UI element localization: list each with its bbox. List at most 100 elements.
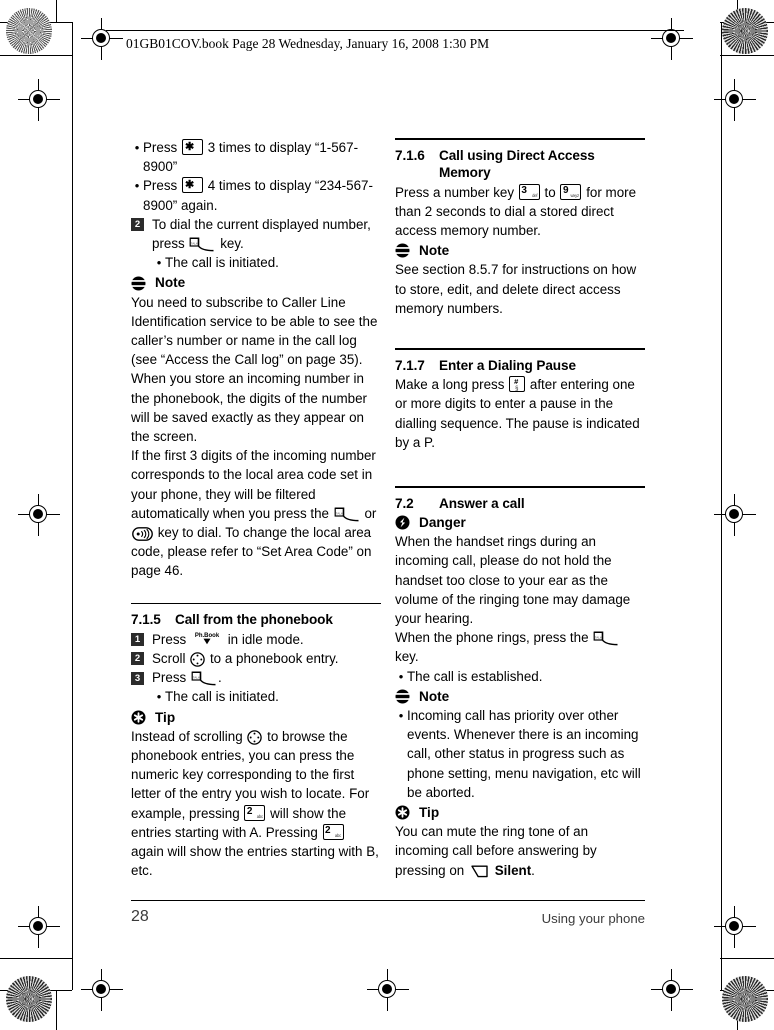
tip-callout-2: Tip xyxy=(395,803,645,822)
bullet-marker: • xyxy=(398,668,404,684)
nine-key-icon: 9 wxyz xyxy=(560,183,582,200)
danger-icon xyxy=(395,515,410,530)
step-post-text: . xyxy=(217,670,222,686)
danger-callout: Danger xyxy=(395,513,645,532)
hash-key-icon: # § xyxy=(509,376,526,393)
nav-key-icon xyxy=(247,730,263,745)
two-key-icon: 2 abc xyxy=(244,804,266,821)
section-rule-72 xyxy=(395,485,645,488)
talk-key-icon: TALK xyxy=(191,671,217,686)
bullet-marker: • xyxy=(156,689,162,705)
area-code-mid: or xyxy=(364,505,377,521)
note-label: Note xyxy=(419,688,450,704)
star-key-sub xyxy=(200,149,201,153)
bullet-text: Incoming call has priority over other ev… xyxy=(407,708,641,800)
step-pre-text: Press xyxy=(152,631,187,647)
speakerphone-key-icon xyxy=(132,527,153,541)
color-calibration-swatch-top-right xyxy=(722,8,768,54)
note-2-text: See section 8.5.7 for instructions on ho… xyxy=(395,262,637,316)
star-key-sub xyxy=(200,188,201,192)
trim-line-inner-right-bottom xyxy=(720,958,774,960)
three-key-glyph: 3 xyxy=(521,185,527,197)
bullet-text: Press ✱ 3 times to display “1-567-8900” xyxy=(143,138,381,176)
registration-mark-lower-right xyxy=(714,906,756,948)
registration-mark-mid-left xyxy=(18,79,60,121)
bullet-incoming-priority: • Incoming call has priority over other … xyxy=(395,706,645,802)
nine-key-glyph: 9 xyxy=(562,185,569,197)
note-icon xyxy=(395,243,410,258)
registration-mark-bottom-right xyxy=(651,969,693,1011)
step-post-text: key. xyxy=(220,236,244,252)
step-badge: 3 xyxy=(131,671,144,685)
trim-line-left-top xyxy=(56,0,58,22)
press-part-1: When the phone rings, press the xyxy=(395,630,589,646)
registration-mark-lower-left xyxy=(18,906,60,948)
star-key-icon: ✱ xyxy=(181,177,203,194)
registration-mark-bottom-center xyxy=(367,969,409,1011)
bullet-text: The call is initiated. xyxy=(165,689,279,705)
step-post-text: to a phonebook entry. xyxy=(209,650,339,666)
step-badge: 1 xyxy=(131,633,144,647)
press-part-2: key. xyxy=(395,649,419,665)
section-rule-715 xyxy=(131,602,381,605)
danger-text: When the handset rings during an incomin… xyxy=(395,534,631,627)
step-badge: 2 xyxy=(131,218,144,232)
note-callout-2: Note xyxy=(395,241,645,260)
bullet-text: The call is established. xyxy=(407,668,543,684)
section-rule-717 xyxy=(395,348,645,350)
bullet-press-star-3: • Press ✱ 3 times to display “1-567-8900… xyxy=(131,138,381,176)
tip-label: Tip xyxy=(155,709,176,725)
registration-mark-top-left xyxy=(81,18,123,60)
bullet-call-initiated-1: • The call is initiated. xyxy=(131,253,381,272)
section-717-body: Make a long press # § after entering one… xyxy=(395,375,645,452)
star-key-glyph: ✱ xyxy=(184,178,195,191)
nav-key-icon xyxy=(190,652,205,667)
section-rule-716 xyxy=(395,138,645,140)
hash-key-sub: § xyxy=(515,385,519,392)
bullet-call-initiated-2: • The call is initiated. xyxy=(131,687,381,706)
bullet-marker: • xyxy=(398,708,404,724)
bullet-pre-text: Press xyxy=(143,178,178,194)
color-calibration-swatch-top-left xyxy=(6,8,52,54)
tip-icon xyxy=(395,805,410,820)
step-715-3: 3 Press TALK . xyxy=(131,668,381,687)
header-rule xyxy=(106,30,684,32)
bullet-post-text: 4 times to display “234-567-8900” again. xyxy=(143,178,373,213)
note1-paragraph-2: When you store an incoming number in the… xyxy=(131,371,367,445)
trim-line-left-bottom xyxy=(56,990,58,1030)
body-mid: to xyxy=(544,184,556,200)
step-text: To dial the current displayed number, pr… xyxy=(152,215,381,253)
tip-part-4: again will show the entries starting wit… xyxy=(131,844,379,879)
bullet-text: Press ✱ 4 times to display “234-567-8900… xyxy=(143,176,381,214)
step-715-1: 1 Press Ph.Book in idle mode. xyxy=(131,630,381,649)
section-heading-716: 7.1.6 Call using Direct Access Memory xyxy=(395,147,645,182)
talk-key-icon: TALK xyxy=(334,507,360,522)
star-key-icon: ✱ xyxy=(181,139,203,155)
two-key-glyph: 2 xyxy=(325,825,331,837)
talk-key-icon: TALK xyxy=(593,631,619,646)
svg-text:TALK: TALK xyxy=(335,511,343,515)
file-header-text: 01GB01COV.book Page 28 Wednesday, Januar… xyxy=(126,36,490,51)
svg-text:TALK: TALK xyxy=(191,241,199,245)
step-715-2: 2 Scroll to a phonebook entry. xyxy=(131,649,381,668)
registration-mark-top-right xyxy=(651,18,693,60)
svg-text:Ph.Book: Ph.Book xyxy=(195,633,220,639)
step-pre-text: Press xyxy=(152,670,187,686)
step-text: Press TALK . xyxy=(152,668,381,687)
section-number: 7.2 xyxy=(395,495,414,511)
step-badge: 2 xyxy=(131,652,144,666)
nine-key-sub: wxyz xyxy=(570,192,579,198)
footer-section-title: Using your phone xyxy=(541,911,645,926)
section-number: 7.1.7 xyxy=(395,357,425,373)
registration-mark-center-left xyxy=(18,494,60,536)
note1-paragraph-3: If the first 3 digits of the incoming nu… xyxy=(131,446,381,580)
note-icon xyxy=(131,276,146,291)
section-title: Enter a Dialing Pause xyxy=(439,357,576,373)
section-title-continued: Memory xyxy=(439,165,491,181)
tip-1-paragraph: Instead of scrolling to browse the phone… xyxy=(131,727,381,881)
danger-label: Danger xyxy=(419,515,466,531)
tip-icon xyxy=(131,710,146,725)
body-part-1: Press a number key xyxy=(395,184,515,200)
silent-label: Silent xyxy=(494,862,532,878)
